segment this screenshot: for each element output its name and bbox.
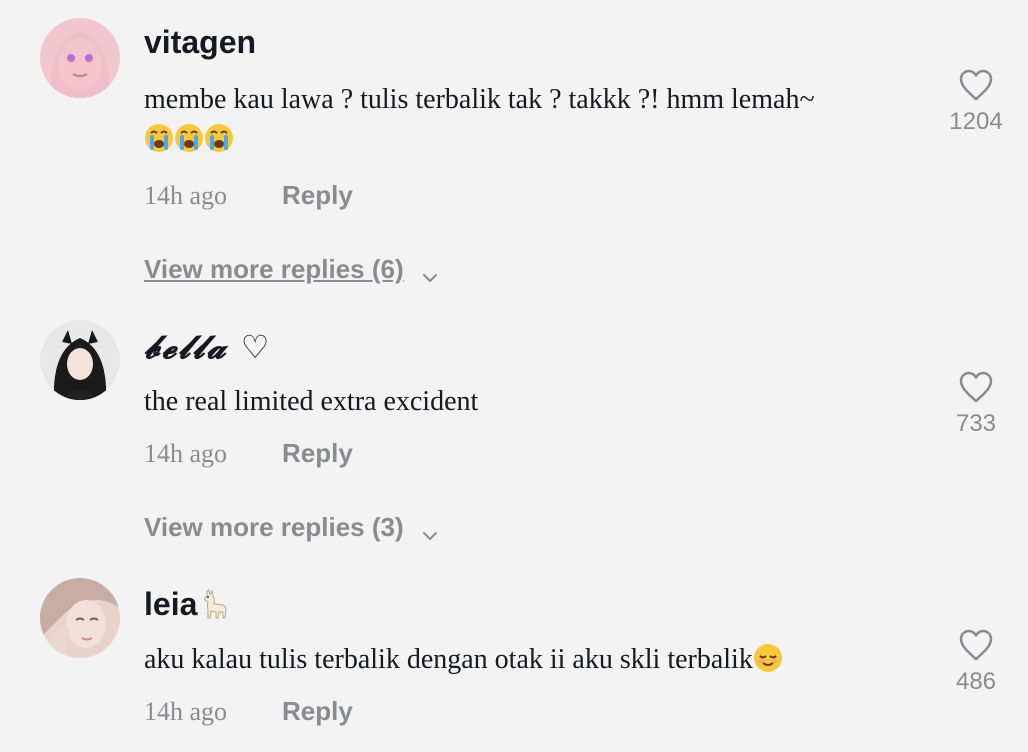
like-button[interactable]: 733 bbox=[940, 370, 1012, 438]
comment-meta: 14h ago Reply bbox=[144, 438, 353, 469]
heart-icon bbox=[940, 68, 1012, 102]
view-more-replies-label: View more replies (6) bbox=[144, 254, 404, 284]
llama-icon bbox=[197, 588, 229, 628]
comment-text: aku kalau tulis terbalik dengan otak ii … bbox=[144, 640, 934, 685]
reply-button[interactable]: Reply bbox=[282, 438, 353, 469]
like-count: 486 bbox=[955, 668, 997, 695]
view-more-replies-button[interactable]: View more replies (3) bbox=[144, 512, 438, 543]
comment-text: membe kau lawa ? tulis terbalik tak ? ta… bbox=[144, 80, 934, 165]
avatar[interactable] bbox=[40, 320, 120, 400]
chevron-down-icon bbox=[422, 262, 438, 282]
like-button[interactable]: 1204 bbox=[940, 68, 1012, 136]
avatar[interactable] bbox=[40, 578, 120, 658]
comment-text: the real limited extra excident bbox=[144, 386, 479, 417]
reply-button[interactable]: Reply bbox=[282, 180, 353, 211]
comment-username[interactable]: leia bbox=[144, 586, 229, 628]
crying-face-icon bbox=[204, 123, 234, 165]
reply-button[interactable]: Reply bbox=[282, 696, 353, 727]
avatar[interactable] bbox=[40, 18, 120, 98]
crying-face-icon bbox=[144, 123, 174, 165]
heart-icon bbox=[940, 370, 1012, 404]
comment-timestamp: 14h ago bbox=[144, 696, 228, 726]
comment-timestamp: 14h ago bbox=[144, 438, 228, 468]
comment-text-content: aku kalau tulis terbalik dengan otak ii … bbox=[144, 644, 753, 675]
comment-meta: 14h ago Reply bbox=[144, 180, 353, 211]
view-more-replies-label: View more replies (3) bbox=[144, 512, 404, 542]
view-more-replies-button[interactable]: View more replies (6) bbox=[144, 254, 438, 285]
relieved-face-icon bbox=[753, 643, 783, 685]
heart-icon bbox=[940, 628, 1012, 662]
comment-username-text: leia bbox=[144, 586, 198, 622]
chevron-down-icon bbox=[422, 520, 438, 540]
comment-meta: 14h ago Reply bbox=[144, 696, 353, 727]
like-count: 733 bbox=[955, 410, 997, 437]
crying-face-icon bbox=[174, 123, 204, 165]
like-count: 1204 bbox=[949, 108, 1003, 135]
comment-username[interactable]: 𝓫𝓮𝓵𝓵𝓪 ♡ bbox=[144, 328, 271, 367]
comment-text-content: membe kau lawa ? tulis terbalik tak ? ta… bbox=[144, 84, 815, 115]
like-button[interactable]: 486 bbox=[940, 628, 1012, 696]
comment-username[interactable]: vitagen bbox=[144, 24, 256, 61]
comment-timestamp: 14h ago bbox=[144, 180, 228, 210]
